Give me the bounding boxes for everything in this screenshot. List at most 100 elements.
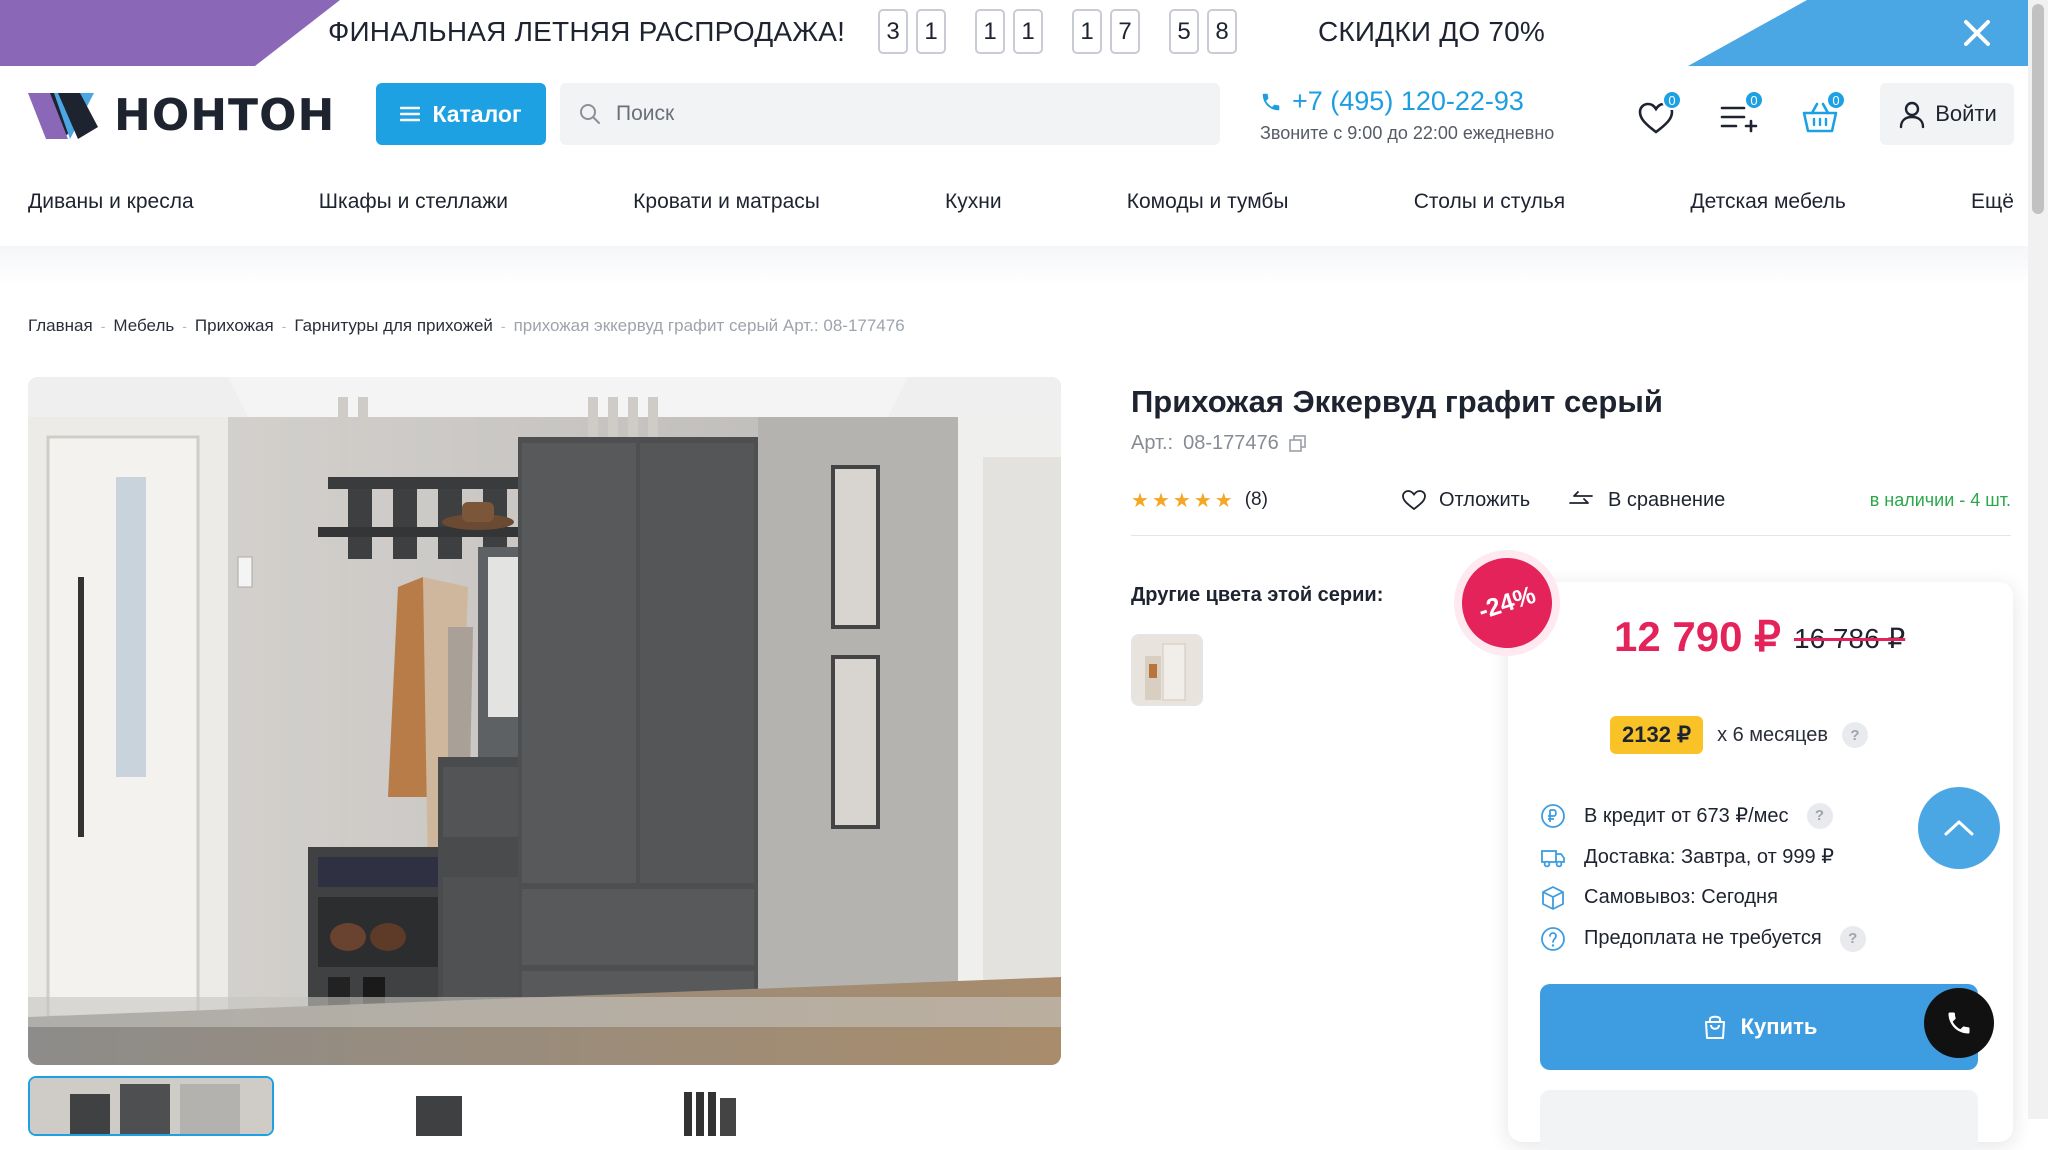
chevron-up-icon xyxy=(1944,820,1974,836)
promo-banner: ФИНАЛЬНАЯ ЛЕТНЯЯ РАСПРОДАЖА! 3 1 1 1 1 7… xyxy=(0,0,2048,66)
phone-link[interactable]: +7 (495) 120-22-93 xyxy=(1260,86,1554,117)
breadcrumb: Главная - Мебель - Прихожая - Гарнитуры … xyxy=(28,316,905,336)
catalog-button[interactable]: Каталог xyxy=(376,83,546,145)
promo-title: ФИНАЛЬНАЯ ЛЕТНЯЯ РАСПРОДАЖА! xyxy=(328,16,846,47)
help-icon[interactable]: ? xyxy=(1841,722,1868,748)
heart-icon xyxy=(1402,490,1426,511)
login-button[interactable]: Войти xyxy=(1880,83,2014,145)
logo[interactable]: НОНТОН xyxy=(28,90,335,141)
thumbnail-image xyxy=(584,1076,830,1136)
help-icon[interactable]: ? xyxy=(1806,802,1833,829)
favorites-count-badge: 0 xyxy=(1662,90,1682,110)
pickup-text: Самовывоз: Сегодня xyxy=(1584,886,1778,908)
search-icon xyxy=(580,104,600,124)
variant-thumbnail xyxy=(1133,636,1201,704)
delivery-info: Доставка: Завтра, от 999 ₽ xyxy=(1540,836,1866,877)
secondary-action-button[interactable] xyxy=(1540,1090,1978,1150)
site-header: НОНТОН Каталог +7 (495) 120-22-93 Звонит… xyxy=(0,66,2028,246)
article-label: Арт.: xyxy=(1131,432,1174,454)
product-main-image[interactable] xyxy=(28,377,1061,1065)
category-more-link[interactable]: Ещё xyxy=(1971,190,2014,214)
timer-digit: 1 xyxy=(916,9,946,54)
prepayment-info: Предоплата не требуется ? xyxy=(1540,918,1866,959)
old-price: 16 786 ₽ xyxy=(1794,623,1906,654)
buy-button[interactable]: Купить xyxy=(1540,984,1978,1070)
star-icon: ★ xyxy=(1172,489,1191,512)
breadcrumb-link[interactable]: Главная xyxy=(28,316,93,336)
compare-label: В сравнение xyxy=(1608,488,1726,511)
category-link[interactable]: Кухни xyxy=(945,190,1002,214)
cart-button[interactable]: 0 xyxy=(1798,90,1846,140)
breadcrumb-link[interactable]: Гарнитуры для прихожей xyxy=(294,316,493,336)
category-link[interactable]: Комоды и тумбы xyxy=(1127,190,1289,214)
buy-label: Купить xyxy=(1740,1014,1818,1039)
category-link[interactable]: Детская мебель xyxy=(1690,190,1845,214)
wishlist-label: Отложить xyxy=(1439,488,1531,511)
timer-group: 3 1 xyxy=(878,9,946,54)
breadcrumb-separator: - xyxy=(100,318,106,334)
installment-term: х 6 месяцев xyxy=(1717,723,1828,746)
star-icon: ★ xyxy=(1214,489,1233,512)
product-thumbnail[interactable] xyxy=(306,1076,552,1136)
compare-button[interactable]: В сравнение xyxy=(1566,488,1725,512)
product-thumbnail[interactable] xyxy=(28,1076,274,1136)
menu-icon xyxy=(400,106,421,122)
search-box[interactable] xyxy=(560,83,1220,145)
logo-text: НОНТОН xyxy=(114,90,336,141)
category-link[interactable]: Шкафы и стеллажи xyxy=(319,190,508,214)
category-link[interactable]: Диваны и кресла xyxy=(28,190,194,214)
copy-icon[interactable] xyxy=(1288,434,1307,453)
thumbnail-image xyxy=(306,1076,552,1136)
login-label: Войти xyxy=(1935,101,1997,126)
breadcrumb-separator: - xyxy=(281,318,287,334)
scrollbar-thumb[interactable] xyxy=(2032,4,2044,214)
box-icon xyxy=(1542,885,1564,910)
cart-count-badge: 0 xyxy=(1826,90,1846,110)
breadcrumb-link[interactable]: Мебель xyxy=(113,316,174,336)
thumbnail-image xyxy=(30,1078,272,1134)
thumbnail-strip xyxy=(28,1076,830,1136)
compare-arrows-icon xyxy=(1569,491,1593,504)
divider xyxy=(1131,535,2011,536)
timer-group: 1 7 xyxy=(1072,9,1140,54)
truck-icon xyxy=(1541,849,1565,867)
product-thumbnail[interactable] xyxy=(584,1076,830,1136)
breadcrumb-link[interactable]: Прихожая xyxy=(195,316,274,336)
star-icon: ★ xyxy=(1151,489,1170,512)
phone-block: +7 (495) 120-22-93 Звоните с 9:00 до 22:… xyxy=(1260,86,1554,144)
current-price: 12 790 ₽ xyxy=(1614,613,1781,660)
breadcrumb-separator: - xyxy=(182,318,187,334)
callback-button[interactable] xyxy=(1924,988,1994,1058)
star-icon: ★ xyxy=(1131,489,1149,512)
promo-discount: СКИДКИ ДО 70% xyxy=(1318,16,1545,47)
pickup-info: Самовывоз: Сегодня xyxy=(1540,877,1866,918)
timer-digit: 1 xyxy=(1072,9,1102,54)
article-row: Арт.: 08-177476 xyxy=(1131,432,1307,455)
wishlist-button[interactable]: Отложить xyxy=(1401,488,1530,512)
compare-list-button[interactable]: 0 xyxy=(1716,90,1764,140)
category-link[interactable]: Кровати и матрасы xyxy=(633,190,820,214)
category-link[interactable]: Столы и стулья xyxy=(1414,190,1565,214)
timer-digit: 1 xyxy=(975,9,1005,54)
close-icon[interactable] xyxy=(1956,12,1998,54)
phone-hours: Звоните с 9:00 до 22:00 ежедневно xyxy=(1260,123,1555,143)
product-title: Прихожая Эккервуд графит серый xyxy=(1131,384,1663,419)
stock-status: в наличии - 4 шт. xyxy=(1869,489,2011,510)
countdown-timer: 3 1 1 1 1 7 5 8 xyxy=(878,9,1266,54)
promo-decor-left xyxy=(0,0,340,66)
help-icon[interactable]: ? xyxy=(1839,925,1866,952)
credit-info: В кредит от 673 ₽/мес ? xyxy=(1540,795,1866,836)
favorites-button[interactable]: 0 xyxy=(1634,90,1682,140)
shopping-bag-icon xyxy=(1704,1015,1725,1039)
prepayment-text: Предоплата не требуется xyxy=(1584,927,1822,949)
color-variant-swatch[interactable] xyxy=(1131,634,1203,706)
scroll-to-top-button[interactable] xyxy=(1918,787,2000,869)
rating-stars[interactable]: ★ ★ ★ ★ ★ xyxy=(1131,488,1233,513)
rating-row: ★ ★ ★ ★ ★ (8) Отложить В сравнение в нал… xyxy=(1131,480,2011,520)
category-nav: Диваны и кресла Шкафы и стеллажи Кровати… xyxy=(28,190,2014,214)
article-number: 08-177476 xyxy=(1183,432,1279,454)
installment-amount[interactable]: 2132 ₽ xyxy=(1610,716,1704,754)
search-input[interactable] xyxy=(616,102,1176,126)
reviews-count[interactable]: (8) xyxy=(1245,489,1268,511)
timer-group: 1 1 xyxy=(975,9,1043,54)
